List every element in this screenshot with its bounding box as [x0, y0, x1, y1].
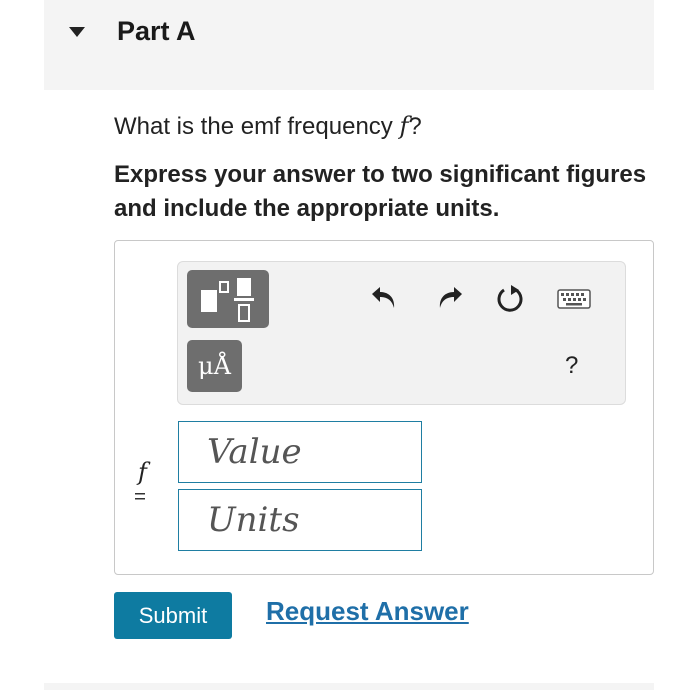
redo-icon[interactable]	[434, 286, 464, 312]
equals-sign	[133, 486, 147, 506]
reset-icon[interactable]	[494, 283, 526, 315]
collapse-caret-icon[interactable]	[69, 27, 85, 37]
value-input[interactable]	[178, 421, 422, 483]
help-button[interactable]: ?	[565, 352, 578, 380]
units-input[interactable]	[178, 489, 422, 551]
part-title: Part A	[117, 16, 196, 46]
instruction-text: Express your answer to two significant f…	[114, 161, 647, 222]
keyboard-icon[interactable]	[557, 289, 591, 309]
question-suffix: ?	[408, 113, 422, 140]
submit-button[interactable]: Submit	[114, 592, 232, 639]
answer-variable: f	[138, 458, 147, 486]
question-prefix: What is the emf frequency	[114, 113, 400, 140]
fraction-template-button[interactable]	[187, 270, 269, 328]
units-button[interactable]: μÅ	[187, 340, 242, 392]
request-answer-link[interactable]: Request Answer	[266, 596, 469, 627]
next-part-header	[44, 683, 654, 690]
question-text: What is the emf frequency f?	[114, 112, 422, 141]
undo-icon[interactable]	[370, 286, 400, 312]
